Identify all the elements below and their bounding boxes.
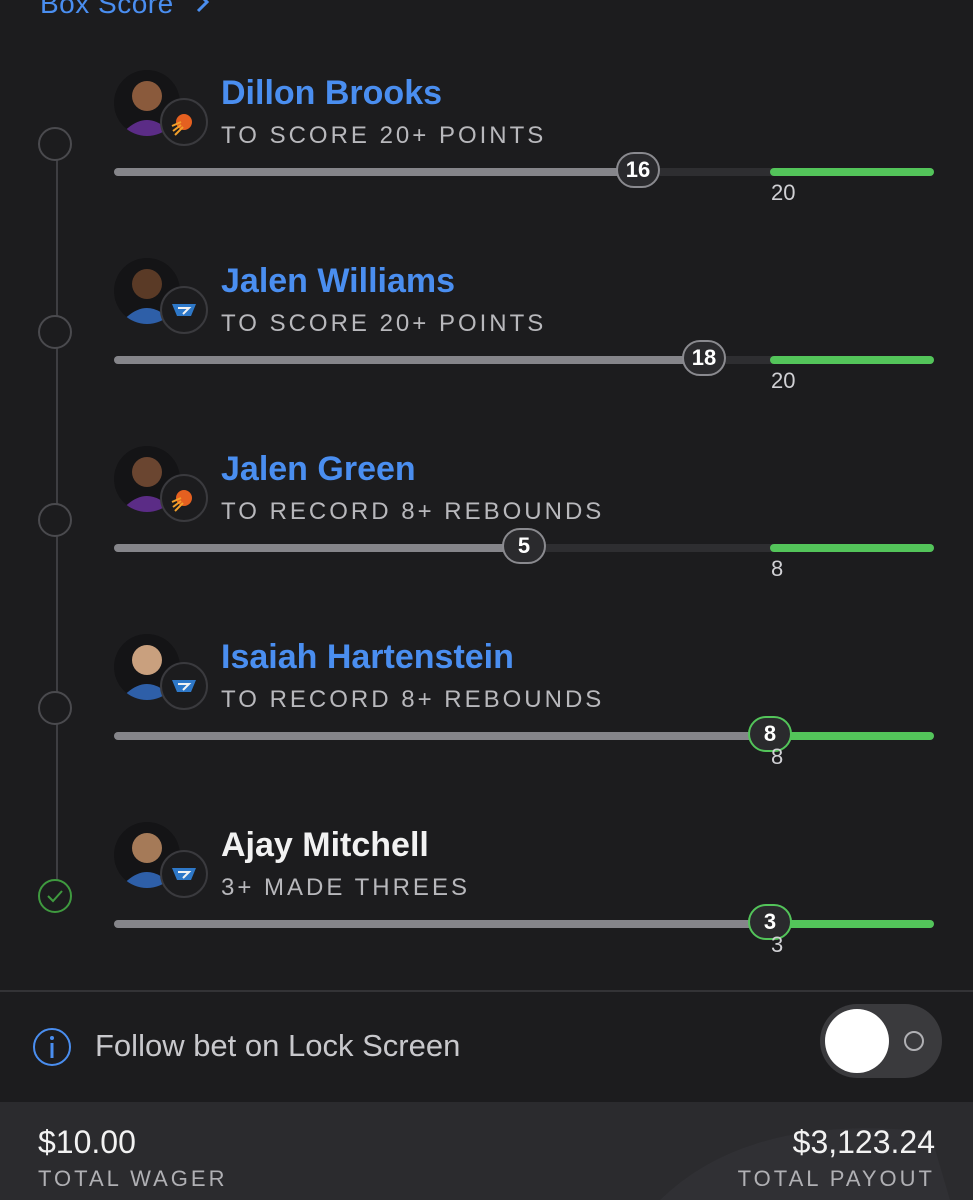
box-score-link[interactable]: Box Score: [40, 0, 210, 20]
leg-item[interactable]: Dillon Brooks TO SCORE 20+ POINTS 16 20: [0, 70, 973, 258]
thunder-logo-icon: [160, 662, 208, 710]
leg-item[interactable]: Isaiah Hartenstein TO RECORD 8+ REBOUNDS…: [0, 634, 973, 822]
progress-fill: [114, 544, 524, 552]
total-wager-amount: $10.00: [38, 1124, 136, 1160]
progress-track: 5: [114, 528, 934, 564]
goal-segment: [770, 732, 934, 740]
suns-logo-icon: [160, 98, 208, 146]
info-icon[interactable]: [32, 1027, 72, 1072]
player-name: Jalen Williams: [221, 262, 456, 300]
player-name: Jalen Green: [221, 450, 416, 488]
current-value-bubble: 5: [502, 528, 546, 564]
target-value: 20: [771, 368, 796, 393]
bet-summary-footer: $10.00 TOTAL WAGER $3,123.24 TOTAL PAYOU…: [0, 1102, 973, 1200]
market-label: TO SCORE 20+ POINTS: [221, 122, 547, 149]
target-value: 8: [771, 744, 784, 769]
box-score-label: Box Score: [40, 0, 174, 19]
player-name: Ajay Mitchell: [221, 826, 429, 864]
progress-track: 3: [114, 904, 934, 940]
follow-bet-row: Follow bet on Lock Screen: [0, 992, 973, 1102]
toggle-off-indicator-icon: [904, 1031, 924, 1051]
lock-screen-toggle[interactable]: [820, 1004, 942, 1078]
target-value: 20: [771, 180, 796, 205]
target-value: 3: [771, 932, 784, 957]
current-value-bubble: 16: [616, 152, 660, 188]
total-wager-label: TOTAL WAGER: [38, 1166, 228, 1191]
leg-item[interactable]: Ajay Mitchell 3+ MADE THREES 3 3: [0, 822, 973, 1010]
follow-bet-label: Follow bet on Lock Screen: [95, 1028, 461, 1063]
leg-item[interactable]: Jalen Green TO RECORD 8+ REBOUNDS 5 8: [0, 446, 973, 634]
progress-fill: [114, 732, 770, 740]
thunder-logo-icon: [160, 286, 208, 334]
goal-segment: [770, 168, 934, 176]
progress-fill: [114, 168, 638, 176]
market-label: TO SCORE 20+ POINTS: [221, 310, 547, 337]
player-name: Dillon Brooks: [221, 74, 443, 112]
progress-track: 18: [114, 340, 934, 376]
target-value: 8: [771, 556, 784, 581]
leg-item[interactable]: Jalen Williams TO SCORE 20+ POINTS 18 20: [0, 258, 973, 446]
total-payout-label: TOTAL PAYOUT: [737, 1166, 935, 1191]
current-value-bubble: 18: [682, 340, 726, 376]
progress-track: 8: [114, 716, 934, 752]
current-value-bubble: 3: [748, 904, 792, 940]
total-payout-amount: $3,123.24: [792, 1124, 935, 1160]
toggle-knob: [825, 1009, 889, 1073]
suns-logo-icon: [160, 474, 208, 522]
market-label: TO RECORD 8+ REBOUNDS: [221, 498, 605, 525]
market-label: 3+ MADE THREES: [221, 874, 470, 901]
goal-segment: [770, 920, 934, 928]
goal-segment: [770, 544, 934, 552]
progress-fill: [114, 356, 704, 364]
thunder-logo-icon: [160, 850, 208, 898]
chevron-right-icon: [196, 0, 210, 19]
goal-segment: [770, 356, 934, 364]
progress-track: 16: [114, 152, 934, 188]
market-label: TO RECORD 8+ REBOUNDS: [221, 686, 605, 713]
player-name: Isaiah Hartenstein: [221, 638, 514, 676]
current-value-bubble: 8: [748, 716, 792, 752]
progress-fill: [114, 920, 770, 928]
